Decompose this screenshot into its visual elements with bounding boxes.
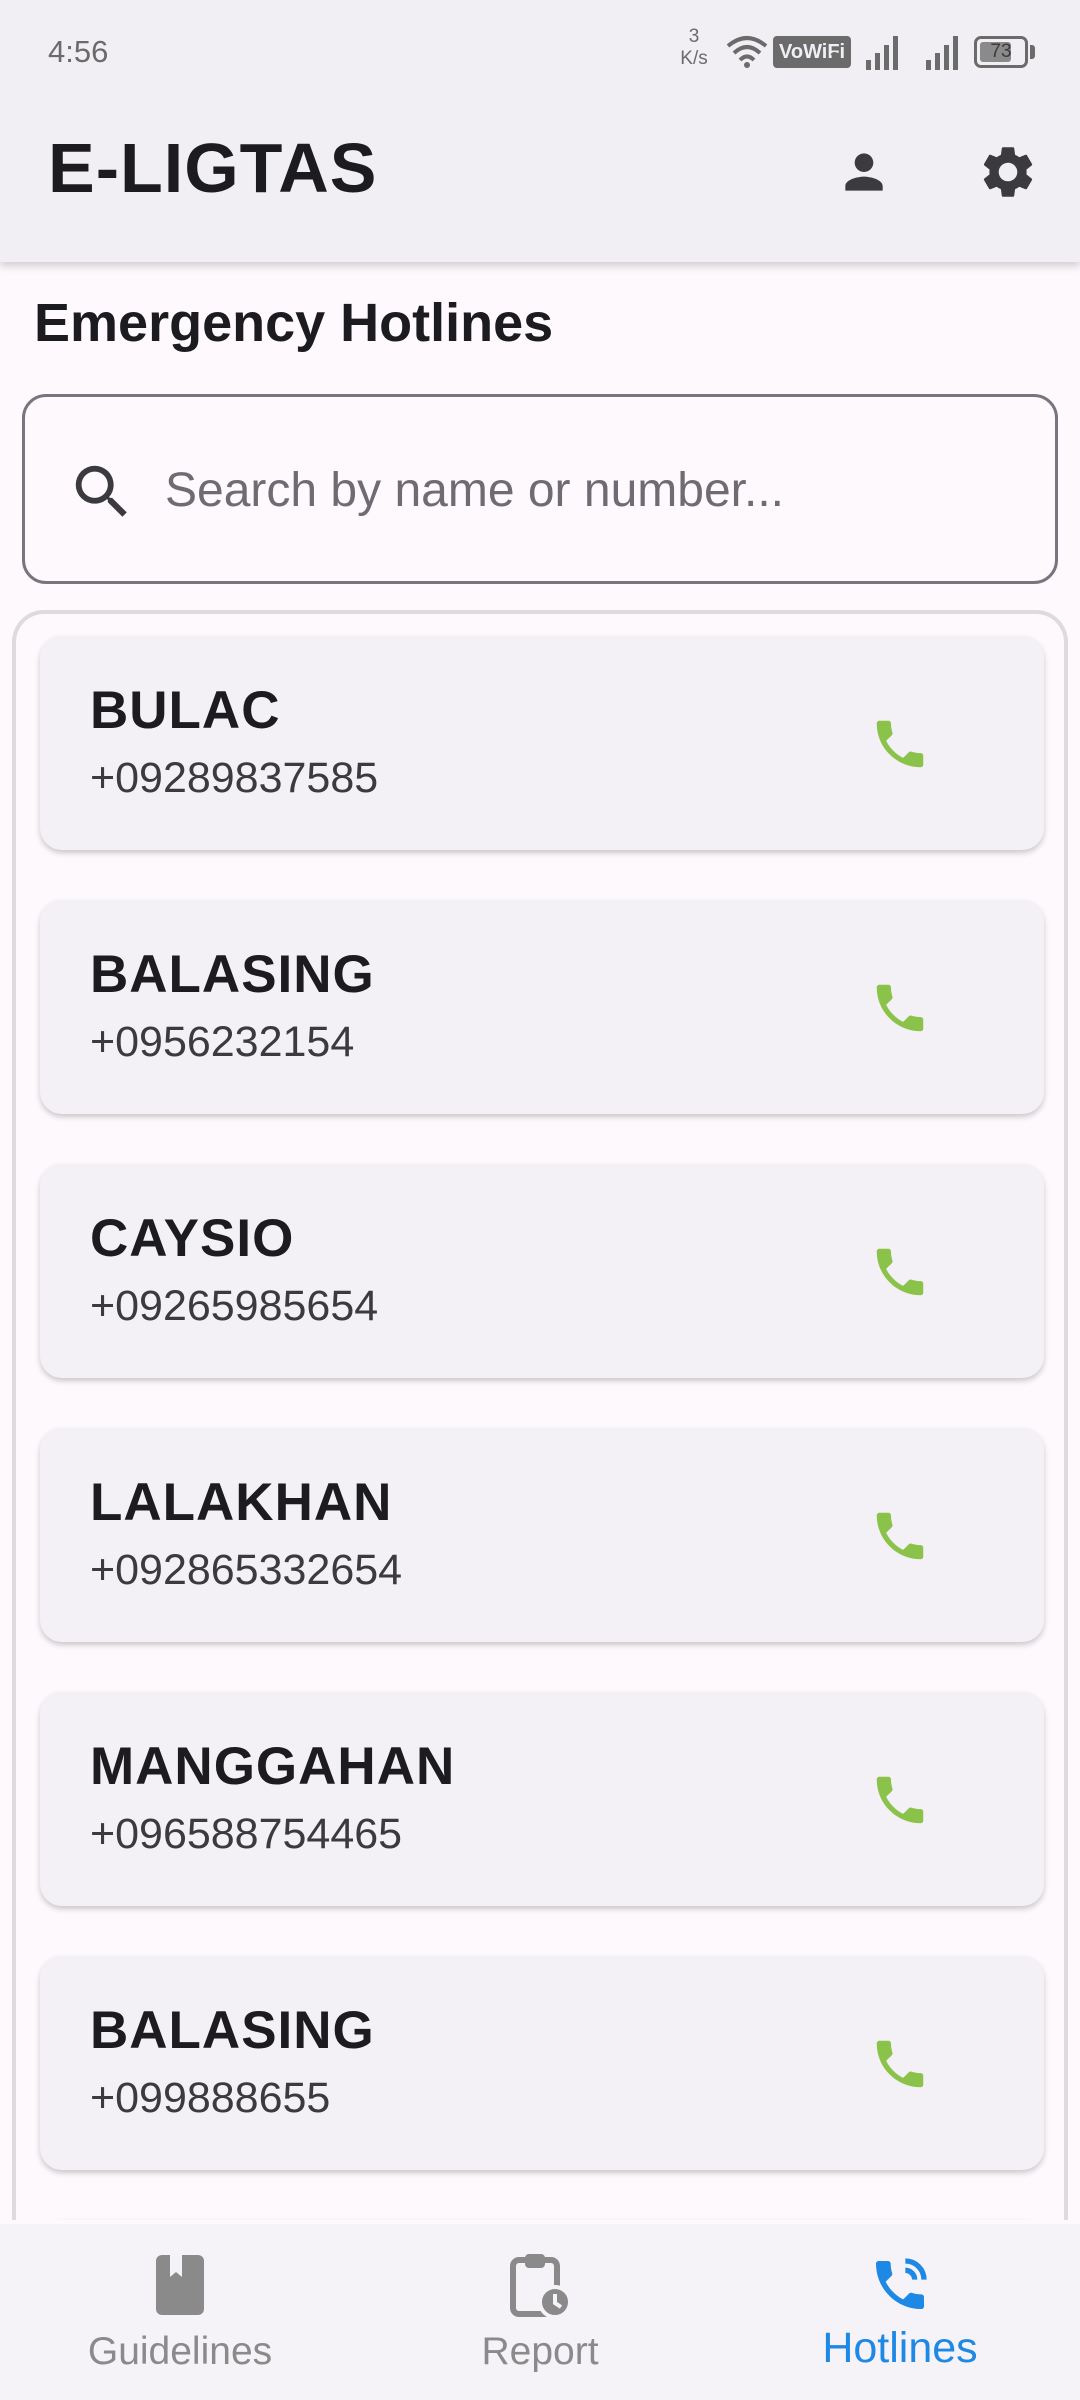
hotline-number: +09265985654 [90,1282,379,1330]
profile-button[interactable] [820,128,908,216]
vowifi-badge: VoWiFi [773,36,852,68]
hotline-card[interactable]: BALASING +0956232154 [40,900,1044,1114]
hotline-card[interactable]: BALASING +099888655 [40,1956,1044,2170]
phone-call-icon [856,2250,944,2320]
hotline-number: +096588754465 [90,1810,403,1858]
hotline-card[interactable]: LALAKHAN +092865332654 [40,1428,1044,1642]
battery-icon: 73 [974,36,1028,68]
phone-icon [876,1776,924,1824]
search-input[interactable] [165,455,1025,525]
signal-icon-2 [926,36,958,70]
phone-icon [876,720,924,768]
nav-hotlines[interactable]: Hotlines [720,2224,1080,2400]
call-button[interactable] [860,704,940,784]
nav-label-hotlines: Hotlines [822,2324,978,2372]
nav-label-report: Report [481,2330,599,2373]
network-speed-value: 3 [688,26,700,47]
clipboard-clock-icon [496,2250,584,2320]
call-button[interactable] [860,1232,940,1312]
signal-icon [866,36,898,70]
status-bar: 4:56 3 K/s VoWiFi 2 73 [0,0,1080,104]
phone-icon [876,1512,924,1560]
call-button[interactable] [860,1760,940,1840]
hotline-card[interactable]: CAYSIO +09265985654 [40,1164,1044,1378]
page-title: Emergency Hotlines [34,293,554,353]
hotline-list[interactable]: BULAC +09289837585 BALASING +0956232154 … [12,610,1068,2220]
hotline-number: +09289837585 [90,754,379,802]
hotline-name: BULAC [90,681,281,740]
hotline-card[interactable]: BULAC +09289837585 [40,636,1044,850]
settings-button[interactable] [964,128,1052,216]
gear-icon [983,147,1033,197]
hotline-name: CAYSIO [90,1209,295,1268]
hotline-card[interactable]: MANGGAHAN +096588754465 [40,1692,1044,1906]
nav-guidelines[interactable]: Guidelines [0,2224,360,2400]
search-icon [75,465,127,517]
bottom-navigation: Guidelines Report Hotlines [0,2224,1080,2400]
book-icon [136,2250,224,2320]
network-speed: 3 K/s [676,26,712,70]
hotline-number: +0956232154 [90,1018,355,1066]
battery-nub [1030,45,1035,59]
call-button[interactable] [860,968,940,1048]
person-icon [845,153,883,191]
battery-percent: 73 [990,41,1012,62]
vowifi-sim-number: 2 [830,50,839,67]
phone-icon [876,984,924,1032]
hotline-number: +099888655 [90,2074,331,2122]
hotline-name: BALASING [90,945,375,1004]
top-app-bar: 4:56 3 K/s VoWiFi 2 73 E-LIGTAS [0,0,1080,262]
hotline-name: MANGGAHAN [90,1737,456,1796]
phone-icon [876,1248,924,1296]
app-title: E-LIGTAS [48,129,378,207]
hotline-number: +092865332654 [90,1546,403,1594]
search-field[interactable] [22,394,1058,584]
nav-label-guidelines: Guidelines [87,2330,273,2373]
call-button[interactable] [860,2024,940,2104]
call-button[interactable] [860,1496,940,1576]
hotline-name: LALAKHAN [90,1473,393,1532]
network-speed-unit: K/s [680,48,708,69]
phone-icon [876,2040,924,2088]
hotline-name: BALASING [90,2001,375,2060]
status-time: 4:56 [48,34,109,69]
nav-report[interactable]: Report [360,2224,720,2400]
wifi-icon [726,36,768,68]
